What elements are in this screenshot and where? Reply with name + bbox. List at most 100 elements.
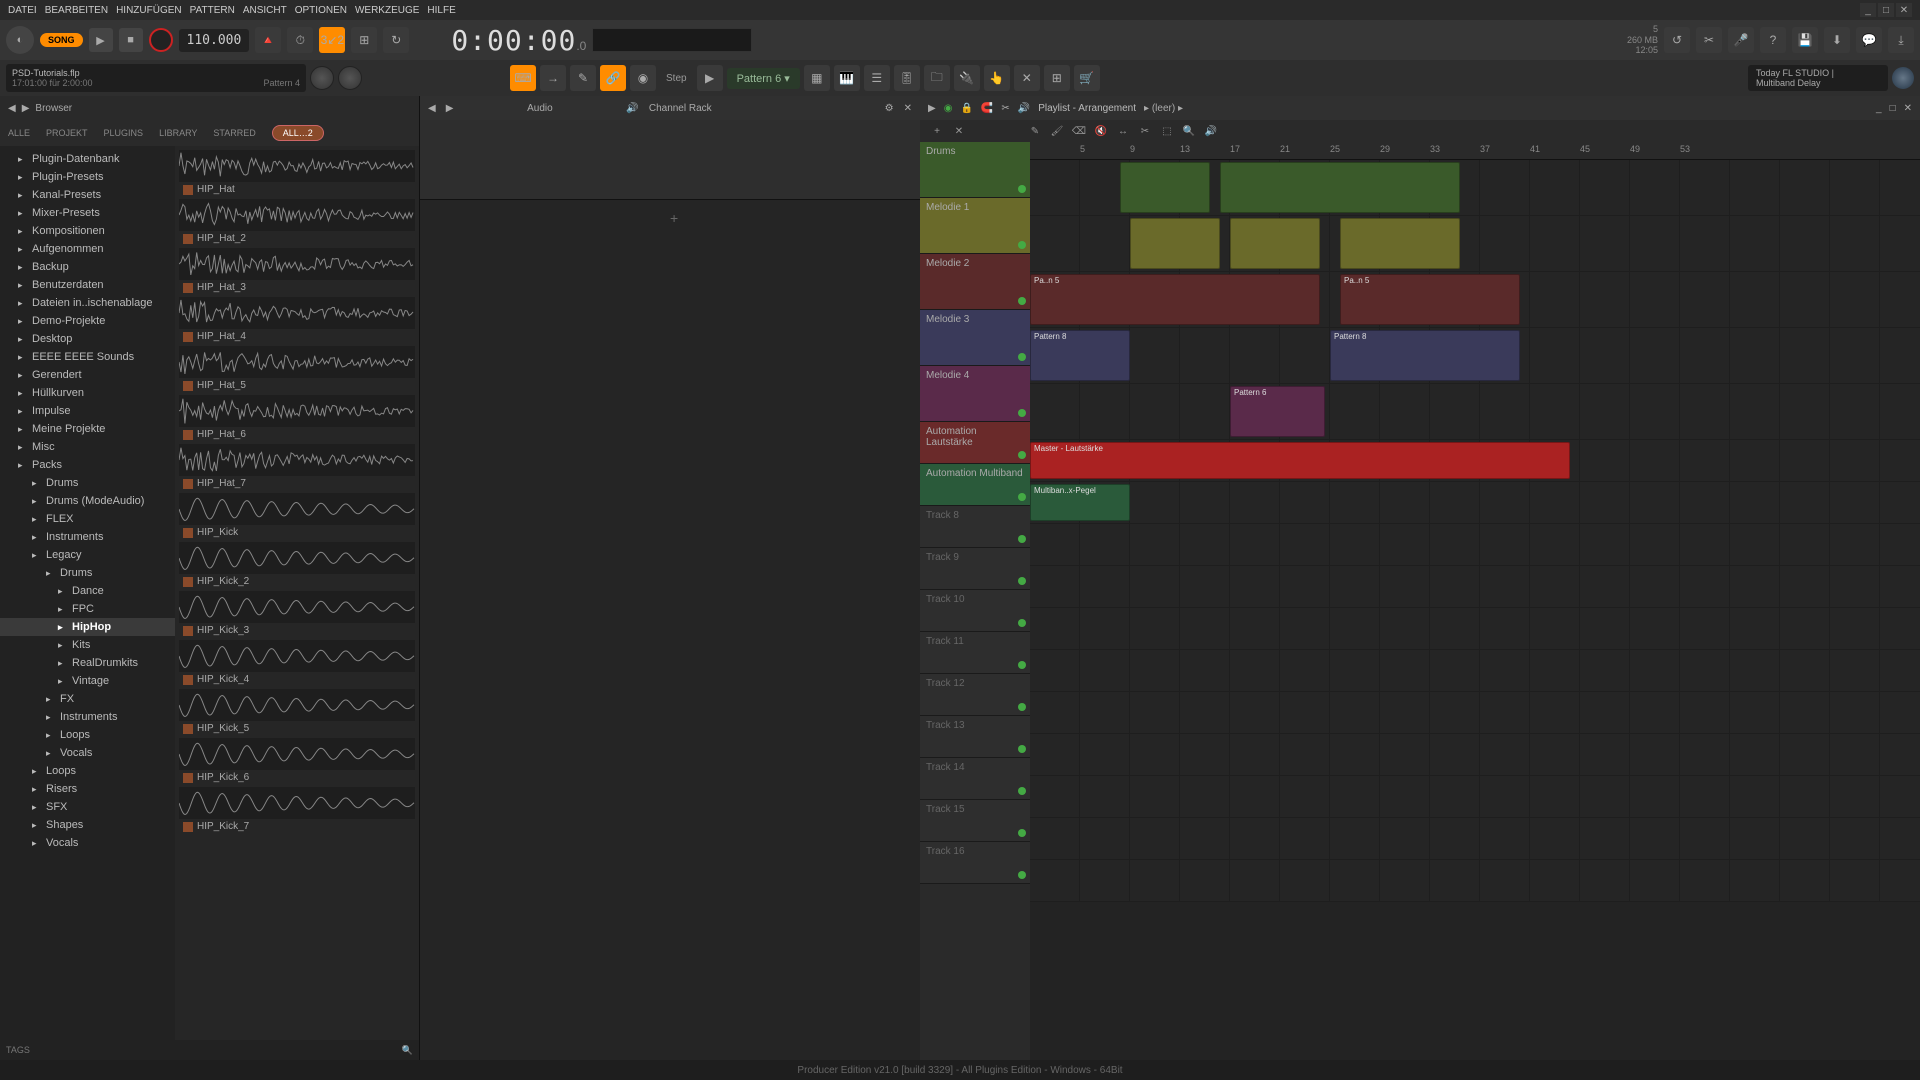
tree-item[interactable]: ▸Plugin-Presets: [0, 168, 175, 186]
track-header[interactable]: Melodie 2: [920, 254, 1030, 310]
track-header[interactable]: Track 15: [920, 800, 1030, 842]
track-header[interactable]: Track 9: [920, 548, 1030, 590]
tree-item[interactable]: ▸HipHop: [0, 618, 175, 636]
track-header[interactable]: Track 16: [920, 842, 1030, 884]
mic-icon[interactable]: 🎤: [1728, 27, 1754, 53]
add-channel-icon[interactable]: +: [670, 210, 678, 226]
tree-item[interactable]: ▸Shapes: [0, 816, 175, 834]
track-row[interactable]: Pattern 6: [1030, 384, 1920, 440]
tree-item[interactable]: ▸Instruments: [0, 528, 175, 546]
tree-item[interactable]: ▸Loops: [0, 726, 175, 744]
menu-hinzufuegen[interactable]: HINZUFÜGEN: [116, 5, 182, 16]
snap-target-icon[interactable]: ◉: [630, 65, 656, 91]
countdown-icon[interactable]: ⏱: [287, 27, 313, 53]
tab-all2[interactable]: ALL…2: [272, 125, 324, 141]
sample-item[interactable]: HIP_Hat_3: [179, 248, 415, 295]
tags-bar[interactable]: TAGS 🔍: [0, 1040, 419, 1060]
zoom-tool-icon[interactable]: 🔍: [1180, 123, 1198, 139]
tab-library[interactable]: LIBRARY: [159, 128, 197, 138]
download-icon[interactable]: ⤓: [1888, 27, 1914, 53]
main-pitch-knob[interactable]: [338, 66, 362, 90]
playlist-cut-icon[interactable]: ✂: [1001, 103, 1009, 114]
tab-starred[interactable]: STARRED: [213, 128, 255, 138]
globe-icon[interactable]: [1892, 67, 1914, 89]
tree-item[interactable]: ▸SFX: [0, 798, 175, 816]
browser-back-icon[interactable]: ◀: [8, 103, 16, 114]
track-row[interactable]: Master - Lautstärke: [1030, 440, 1920, 482]
track-row[interactable]: [1030, 692, 1920, 734]
remove-track-icon[interactable]: ✕: [950, 123, 968, 139]
tree-item[interactable]: ▸Dance: [0, 582, 175, 600]
shop-icon[interactable]: 🛒: [1074, 65, 1100, 91]
save-icon[interactable]: 💾: [1792, 27, 1818, 53]
wait-input-icon[interactable]: 3↙2: [319, 27, 345, 53]
track-row[interactable]: [1030, 860, 1920, 902]
track-row[interactable]: Multiban..x-Pegel: [1030, 482, 1920, 524]
tree-item[interactable]: ▸Drums (ModeAudio): [0, 492, 175, 510]
track-header[interactable]: Track 11: [920, 632, 1030, 674]
track-grid[interactable]: 591317212529333741454953 Pa..n 5Pa..n 5P…: [1030, 142, 1920, 1060]
playlist-play-icon[interactable]: ▶: [928, 103, 936, 114]
sample-item[interactable]: HIP_Hat: [179, 150, 415, 197]
track-header[interactable]: Melodie 1: [920, 198, 1030, 254]
slip-tool-icon[interactable]: ↔: [1114, 123, 1132, 139]
sample-item[interactable]: HIP_Kick_3: [179, 591, 415, 638]
draw-tool-icon[interactable]: ✎: [570, 65, 596, 91]
tree-item[interactable]: ▸Plugin-Datenbank: [0, 150, 175, 168]
clip[interactable]: Pattern 8: [1330, 330, 1520, 381]
track-row[interactable]: [1030, 216, 1920, 272]
scissors-icon[interactable]: ✂: [1696, 27, 1722, 53]
menu-datei[interactable]: DATEI: [8, 5, 37, 16]
chat-icon[interactable]: 💬: [1856, 27, 1882, 53]
tree-item[interactable]: ▸Risers: [0, 780, 175, 798]
clip[interactable]: Pattern 8: [1030, 330, 1130, 381]
tree-item[interactable]: ▸FLEX: [0, 510, 175, 528]
tree-item[interactable]: ▸Instruments: [0, 708, 175, 726]
mute-tool-icon[interactable]: 🔇: [1092, 123, 1110, 139]
maximize-button[interactable]: □: [1878, 3, 1894, 17]
track-header[interactable]: Track 10: [920, 590, 1030, 632]
plugin-icon[interactable]: 🔌: [954, 65, 980, 91]
tree-item[interactable]: ▸Drums: [0, 474, 175, 492]
time-display[interactable]: 0:00: 00 .0: [451, 24, 586, 57]
browser-fwd-icon[interactable]: ▶: [22, 103, 30, 114]
track-header[interactable]: Track 13: [920, 716, 1030, 758]
song-mode-button[interactable]: SONG: [40, 33, 83, 47]
clip[interactable]: [1130, 218, 1220, 269]
playlist-close-icon[interactable]: ✕: [1904, 103, 1912, 114]
piano-roll-icon[interactable]: 🎹: [834, 65, 860, 91]
erase-tool-icon[interactable]: ⌫: [1070, 123, 1088, 139]
track-row[interactable]: [1030, 608, 1920, 650]
tree-item[interactable]: ▸Vocals: [0, 744, 175, 762]
record-button[interactable]: [149, 28, 173, 52]
track-header[interactable]: Automation Lautstärke: [920, 422, 1030, 464]
track-row[interactable]: Pa..n 5 Pa..n 5: [1030, 272, 1920, 328]
pat-song-toggle[interactable]: ◐: [6, 26, 34, 54]
close-windows-icon[interactable]: ✕: [1014, 65, 1040, 91]
clip[interactable]: Pa..n 5: [1340, 274, 1520, 325]
tab-projekt[interactable]: PROJEKT: [46, 128, 88, 138]
help-icon[interactable]: ?: [1760, 27, 1786, 53]
tree-item[interactable]: ▸Vocals: [0, 834, 175, 852]
select-tool-icon[interactable]: ⬚: [1158, 123, 1176, 139]
tree-item[interactable]: ▸Gerendert: [0, 366, 175, 384]
sample-item[interactable]: HIP_Hat_2: [179, 199, 415, 246]
track-row[interactable]: [1030, 650, 1920, 692]
metronome-icon[interactable]: 🔺: [255, 27, 281, 53]
tree-item[interactable]: ▸Mixer-Presets: [0, 204, 175, 222]
timeline-ruler[interactable]: 591317212529333741454953: [1030, 142, 1920, 160]
track-header[interactable]: Track 12: [920, 674, 1030, 716]
tree-item[interactable]: ▸Drums: [0, 564, 175, 582]
render-icon[interactable]: ⬇: [1824, 27, 1850, 53]
close-button[interactable]: ✕: [1896, 3, 1912, 17]
track-header[interactable]: Drums: [920, 142, 1030, 198]
browser-tree[interactable]: ▸Plugin-Datenbank▸Plugin-Presets▸Kanal-P…: [0, 146, 175, 1040]
sample-item[interactable]: HIP_Kick: [179, 493, 415, 540]
tab-plugins[interactable]: PLUGINS: [104, 128, 144, 138]
tree-item[interactable]: ▸Kits: [0, 636, 175, 654]
menu-bearbeiten[interactable]: BEARBEITEN: [45, 5, 108, 16]
clip[interactable]: Pa..n 5: [1030, 274, 1320, 325]
news-panel[interactable]: Today FL STUDIO | Multiband Delay: [1748, 65, 1888, 91]
pattern-selector[interactable]: Pattern 6 ▾: [727, 68, 800, 89]
tree-item[interactable]: ▸Hüllkurven: [0, 384, 175, 402]
